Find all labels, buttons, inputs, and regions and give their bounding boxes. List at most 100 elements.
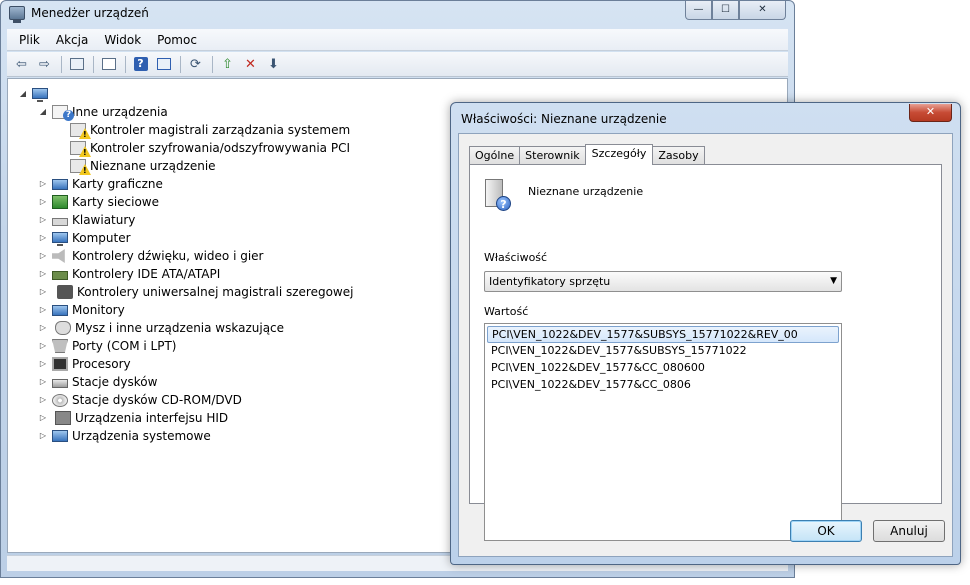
expand-icon[interactable]: ▷ xyxy=(38,269,48,279)
ok-button[interactable]: OK xyxy=(790,520,862,542)
property-label: Właściwość xyxy=(484,251,548,264)
expand-icon[interactable]: ▷ xyxy=(38,395,48,405)
tree-item-computer[interactable]: ▷ Komputer xyxy=(38,229,131,247)
tree-item-disk-drives[interactable]: ▷ Stacje dysków xyxy=(38,373,158,391)
help-icon[interactable]: ? xyxy=(130,55,151,74)
tree-item-mice[interactable]: ▷ Mysz i inne urządzenia wskazujące xyxy=(38,319,284,337)
property-select[interactable]: Identyfikatory sprzętu ▼ xyxy=(484,271,842,292)
menu-view[interactable]: Widok xyxy=(96,33,149,47)
hid-icon xyxy=(55,411,71,425)
expand-icon[interactable]: ▷ xyxy=(38,341,48,351)
tree-item-label: Kontroler magistrali zarządzania systeme… xyxy=(90,123,351,137)
tree-item-processors[interactable]: ▷ Procesory xyxy=(38,355,131,373)
tree-root[interactable]: ◢ xyxy=(18,85,52,103)
expand-icon[interactable]: ▷ xyxy=(38,215,48,225)
port-icon xyxy=(52,339,68,353)
uninstall-icon[interactable]: ⬇ xyxy=(263,55,284,74)
toolbar-separator xyxy=(212,55,213,73)
tree-item-label: Urządzenia systemowe xyxy=(72,429,211,443)
tree-item-other-devices[interactable]: ◢ Inne urządzenia xyxy=(38,103,168,121)
device-manager-icon xyxy=(9,6,25,23)
usb-icon xyxy=(57,285,73,299)
ide-controller-icon xyxy=(52,271,68,280)
tree-item-label: Karty sieciowe xyxy=(72,195,160,209)
collapse-icon[interactable]: ◢ xyxy=(38,107,48,117)
computer-icon xyxy=(52,231,68,246)
tree-item-ports[interactable]: ▷ Porty (COM i LPT) xyxy=(38,337,176,355)
menu-help[interactable]: Pomoc xyxy=(149,33,205,47)
expand-icon[interactable]: ▷ xyxy=(38,233,48,243)
caption-buttons: — ☐ ✕ xyxy=(685,1,786,20)
menu-bar: Plik Akcja Widok Pomoc xyxy=(7,29,788,51)
update-driver-icon[interactable]: ⟳ xyxy=(185,55,206,74)
expand-icon[interactable]: ▷ xyxy=(38,413,48,423)
tree-item-label: Mysz i inne urządzenia wskazujące xyxy=(75,321,285,335)
expand-icon[interactable]: ▷ xyxy=(38,287,48,297)
tree-item-label: Nieznane urządzenie xyxy=(90,159,216,173)
dialog-close-button[interactable]: ✕ xyxy=(909,104,952,122)
window-title: Menedżer urządzeń xyxy=(31,6,149,20)
tree-item-sound-controllers[interactable]: ▷ Kontrolery dźwięku, wideo i gier xyxy=(38,247,263,265)
list-item[interactable]: PCI\VEN_1022&DEV_1577&SUBSYS_15771022 xyxy=(487,343,839,360)
maximize-button[interactable]: ☐ xyxy=(712,1,739,20)
tree-item-smbus-controller[interactable]: Kontroler magistrali zarządzania systeme… xyxy=(70,121,350,139)
tab-driver[interactable]: Sterownik xyxy=(519,146,586,165)
expand-icon[interactable]: ▷ xyxy=(38,431,48,441)
disable-icon[interactable]: ✕ xyxy=(240,55,261,74)
tree-item-network-adapters[interactable]: ▷ Karty sieciowe xyxy=(38,193,159,211)
keyboard-icon xyxy=(52,218,68,226)
tree-item-ide-controllers[interactable]: ▷ Kontrolery IDE ATA/ATAPI xyxy=(38,265,220,283)
menu-file[interactable]: Plik xyxy=(11,33,48,47)
tab-resources[interactable]: Zasoby xyxy=(652,146,705,165)
network-adapter-icon xyxy=(52,195,68,209)
close-button[interactable]: ✕ xyxy=(739,1,786,20)
properties-icon[interactable] xyxy=(98,55,119,74)
value-list[interactable]: PCI\VEN_1022&DEV_1577&SUBSYS_15771022&RE… xyxy=(484,323,842,541)
minimize-button[interactable]: — xyxy=(685,1,712,20)
back-icon[interactable]: ⇦ xyxy=(11,55,32,74)
tab-details[interactable]: Szczegóły xyxy=(584,144,654,165)
dialog-title: Właściwości: Nieznane urządzenie xyxy=(461,112,667,126)
tree-item-monitors[interactable]: ▷ Monitory xyxy=(38,301,125,319)
expand-icon[interactable]: ▷ xyxy=(38,359,48,369)
expand-icon[interactable]: ▷ xyxy=(38,197,48,207)
expand-icon[interactable]: ▷ xyxy=(38,377,48,387)
view-icon[interactable] xyxy=(153,55,174,74)
tree-item-label: Kontrolery dźwięku, wideo i gier xyxy=(72,249,264,263)
tab-general[interactable]: Ogólne xyxy=(469,146,521,165)
expand-icon[interactable]: ▷ xyxy=(38,251,48,261)
title-bar[interactable]: Menedżer urządzeń — ☐ ✕ xyxy=(1,1,794,27)
list-item[interactable]: PCI\VEN_1022&DEV_1577&SUBSYS_15771022&RE… xyxy=(487,326,839,343)
properties-dialog: Właściwości: Nieznane urządzenie ✕ Ogóln… xyxy=(450,102,961,565)
forward-icon[interactable]: ⇨ xyxy=(34,55,55,74)
system-device-icon xyxy=(52,430,68,442)
expand-icon[interactable]: ▷ xyxy=(38,179,48,189)
cancel-button[interactable]: Anuluj xyxy=(873,520,945,542)
tree-item-usb-controllers[interactable]: ▷ Kontrolery uniwersalnej magistrali sze… xyxy=(38,283,353,301)
mouse-icon xyxy=(55,321,71,335)
toolbar-separator xyxy=(93,55,94,73)
expand-icon[interactable]: ▷ xyxy=(38,305,48,315)
tab-strip: Ogólne Sterownik Szczegóły Zasoby xyxy=(469,144,705,165)
processor-icon xyxy=(52,357,68,371)
show-hide-tree-icon[interactable] xyxy=(66,55,87,74)
menu-action[interactable]: Akcja xyxy=(48,33,96,47)
list-item[interactable]: PCI\VEN_1022&DEV_1577&CC_0806 xyxy=(487,377,839,394)
details-panel: ? Nieznane urządzenie Właściwość Identyf… xyxy=(469,164,942,541)
tree-item-system-devices[interactable]: ▷ Urządzenia systemowe xyxy=(38,427,211,445)
computer-icon xyxy=(32,87,48,102)
tree-item-keyboards[interactable]: ▷ Klawiatury xyxy=(38,211,135,229)
tree-item-hid-devices[interactable]: ▷ Urządzenia interfejsu HID xyxy=(38,409,228,427)
list-item[interactable]: PCI\VEN_1022&DEV_1577&CC_080600 xyxy=(487,360,839,377)
tree-item-cd-drives[interactable]: ▷ Stacje dysków CD-ROM/DVD xyxy=(38,391,242,409)
tree-item-pci-encryption-controller[interactable]: Kontroler szyfrowania/odszyfrowywania PC… xyxy=(70,139,350,157)
unknown-device-icon: ? xyxy=(485,179,511,211)
toolbar-separator xyxy=(61,55,62,73)
tree-item-unknown-device[interactable]: Nieznane urządzenie xyxy=(70,157,216,175)
update-driver-software-icon[interactable]: ⇧ xyxy=(217,55,238,74)
collapse-icon[interactable]: ◢ xyxy=(18,89,28,99)
expand-icon[interactable]: ▷ xyxy=(38,323,48,333)
tree-item-display-adapters[interactable]: ▷ Karty graficzne xyxy=(38,175,163,193)
tree-item-label: Kontroler szyfrowania/odszyfrowywania PC… xyxy=(90,141,350,155)
tree-item-label: Klawiatury xyxy=(72,213,136,227)
